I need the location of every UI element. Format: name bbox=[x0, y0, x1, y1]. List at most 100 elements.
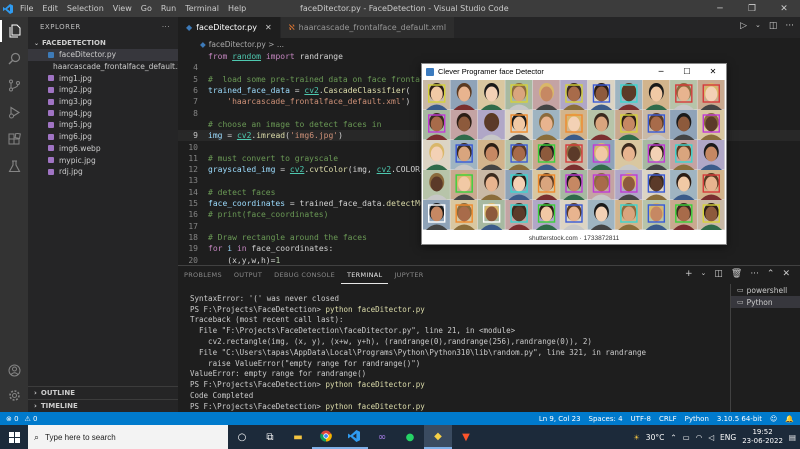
chevron-down-icon[interactable]: ⌄ bbox=[700, 269, 706, 279]
face-detector-window[interactable]: Clever Programer face Detector ─ ☐ ✕ shu… bbox=[421, 63, 727, 245]
file-item[interactable]: img5.jpg bbox=[28, 119, 178, 131]
close-icon[interactable]: ✕ bbox=[700, 64, 726, 79]
python-interpreter[interactable]: 3.10.5 64-bit bbox=[717, 415, 762, 423]
task-view-icon[interactable]: ⧉ bbox=[256, 425, 284, 449]
file-item[interactable]: img6.webp bbox=[28, 143, 178, 155]
timeline-section[interactable]: › TIMELINE bbox=[28, 399, 178, 412]
account-icon[interactable] bbox=[0, 359, 28, 381]
encoding[interactable]: UTF-8 bbox=[631, 415, 651, 423]
windows-taskbar: ⌕ Type here to search ○ ⧉ ▬ ∞ ● ◆ ▼ ☀ 30… bbox=[0, 425, 800, 449]
vscode-taskbar-icon[interactable] bbox=[340, 425, 368, 449]
run-python-icon[interactable]: ▷ bbox=[740, 21, 747, 31]
file-item[interactable]: haarcascade_frontalface_default.xml bbox=[28, 61, 191, 73]
errors-count[interactable]: ⊗ 0 bbox=[6, 415, 19, 423]
chrome-icon[interactable] bbox=[312, 425, 340, 449]
battery-icon[interactable]: ▭ bbox=[683, 433, 690, 442]
file-item[interactable]: img2.jpg bbox=[28, 84, 178, 96]
file-item[interactable]: img4.jpg bbox=[28, 107, 178, 119]
indentation[interactable]: Spaces: 4 bbox=[589, 415, 623, 423]
settings-gear-icon[interactable] bbox=[0, 384, 28, 406]
notifications-bell-icon[interactable]: 🔔 bbox=[785, 415, 794, 423]
chevron-down-icon[interactable]: ⌄ bbox=[755, 21, 761, 31]
weather-icon[interactable]: ☀ bbox=[633, 433, 640, 442]
breadcrumb[interactable]: ◆ faceDitector.py > ... bbox=[178, 38, 800, 51]
testing-flask-icon[interactable] bbox=[0, 155, 28, 177]
maximize-icon[interactable]: ☐ bbox=[674, 64, 700, 79]
file-item[interactable]: img3.jpg bbox=[28, 96, 178, 108]
menu-go[interactable]: Go bbox=[141, 4, 152, 13]
menu-terminal[interactable]: Terminal bbox=[185, 4, 219, 13]
clock[interactable]: 19:52 23-06-2022 bbox=[742, 428, 783, 446]
feedback-icon[interactable]: ☺ bbox=[770, 415, 777, 423]
portrait-face bbox=[513, 146, 526, 162]
chevron-up-icon[interactable]: ⌃ bbox=[670, 433, 676, 442]
tab-jupyter[interactable]: JUPYTER bbox=[388, 266, 429, 284]
terminal-output[interactable]: SyntaxError: '(' was never closed PS F:\P… bbox=[190, 293, 730, 423]
file-name: img4.jpg bbox=[59, 108, 92, 118]
menu-help[interactable]: Help bbox=[228, 4, 246, 13]
extensions-icon[interactable] bbox=[0, 128, 28, 150]
file-item[interactable]: mypic.jpg bbox=[28, 154, 178, 166]
run-debug-icon[interactable] bbox=[0, 101, 28, 123]
tab-terminal[interactable]: TERMINAL bbox=[341, 266, 389, 284]
split-terminal-icon[interactable]: ◫ bbox=[714, 269, 723, 279]
folder-facedetection[interactable]: ⌄ FACEDETECTION bbox=[28, 37, 178, 49]
tab-facedetector-py[interactable]: ◆ faceDitector.py ✕ bbox=[178, 17, 281, 38]
file-explorer-icon[interactable]: ▬ bbox=[284, 425, 312, 449]
new-terminal-icon[interactable]: + bbox=[685, 269, 693, 279]
notification-center-icon[interactable]: ▤ bbox=[789, 433, 796, 442]
more-actions-icon[interactable]: ··· bbox=[785, 21, 794, 31]
taskbar-search[interactable]: ⌕ Type here to search bbox=[28, 425, 228, 449]
code-line[interactable]: 20 (x,y,w,h)=1 bbox=[178, 254, 800, 265]
maximize-panel-icon[interactable]: ⌃ bbox=[767, 269, 775, 279]
terminal-item-python[interactable]: ▭ Python bbox=[731, 296, 800, 308]
source-control-icon[interactable] bbox=[0, 74, 28, 96]
kill-terminal-icon[interactable]: 🗑 bbox=[731, 269, 742, 279]
app-icon bbox=[426, 67, 434, 76]
restore-icon[interactable]: ❐ bbox=[736, 0, 768, 17]
search-icon[interactable] bbox=[0, 47, 28, 69]
split-editor-icon[interactable]: ◫ bbox=[769, 21, 778, 31]
volume-icon[interactable]: ◁ bbox=[708, 433, 714, 442]
weather-temp[interactable]: 30°C bbox=[646, 433, 665, 442]
minimize-icon[interactable]: ─ bbox=[648, 64, 674, 79]
menu-run[interactable]: Run bbox=[161, 4, 176, 13]
file-item[interactable]: img6.jpg bbox=[28, 131, 178, 143]
language-mode[interactable]: Python bbox=[685, 415, 709, 423]
language-indicator[interactable]: ENG bbox=[720, 433, 736, 442]
minimize-icon[interactable]: ─ bbox=[704, 0, 736, 17]
more-actions-icon[interactable]: ··· bbox=[750, 269, 759, 279]
menu-view[interactable]: View bbox=[113, 4, 132, 13]
more-actions-icon[interactable]: ··· bbox=[162, 23, 170, 31]
windows-start-icon[interactable] bbox=[0, 425, 28, 449]
file-item[interactable]: faceDitector.py bbox=[28, 49, 178, 61]
network-icon[interactable]: ◠ bbox=[696, 433, 703, 442]
tab-debug-console[interactable]: DEBUG CONSOLE bbox=[268, 266, 341, 284]
file-item[interactable]: img1.jpg bbox=[28, 72, 178, 84]
brave-icon[interactable]: ▼ bbox=[452, 425, 480, 449]
cursor-position[interactable]: Ln 9, Col 23 bbox=[539, 415, 581, 423]
tab-output[interactable]: OUTPUT bbox=[228, 266, 268, 284]
line-ending[interactable]: CRLF bbox=[659, 415, 677, 423]
activity-bar bbox=[0, 17, 28, 412]
terminal-line: Code Completed bbox=[190, 391, 254, 401]
python-taskbar-icon[interactable]: ◆ bbox=[424, 425, 452, 449]
file-item[interactable]: rdj.jpg bbox=[28, 166, 178, 178]
close-panel-icon[interactable]: ✕ bbox=[782, 269, 790, 279]
visual-studio-icon[interactable]: ∞ bbox=[368, 425, 396, 449]
menu-selection[interactable]: Selection bbox=[67, 4, 104, 13]
tab-problems[interactable]: PROBLEMS bbox=[178, 266, 228, 284]
close-icon[interactable]: ✕ bbox=[768, 0, 800, 17]
tab-haarcascade-xml[interactable]: ℵ haarcascade_frontalface_default.xml bbox=[280, 17, 456, 38]
close-tab-icon[interactable]: ✕ bbox=[265, 23, 272, 32]
menu-edit[interactable]: Edit bbox=[42, 4, 58, 13]
menu-file[interactable]: File bbox=[20, 4, 33, 13]
warnings-count[interactable]: ⚠ 0 bbox=[25, 415, 38, 423]
explorer-icon[interactable] bbox=[0, 20, 28, 42]
outline-section[interactable]: › OUTLINE bbox=[28, 386, 178, 399]
terminal-item-powershell[interactable]: ▭ powershell bbox=[731, 284, 800, 296]
portrait-face bbox=[430, 176, 443, 192]
cortana-icon[interactable]: ○ bbox=[228, 425, 256, 449]
code-line[interactable]: from random import randrange bbox=[178, 51, 800, 62]
whatsapp-icon[interactable]: ● bbox=[396, 425, 424, 449]
